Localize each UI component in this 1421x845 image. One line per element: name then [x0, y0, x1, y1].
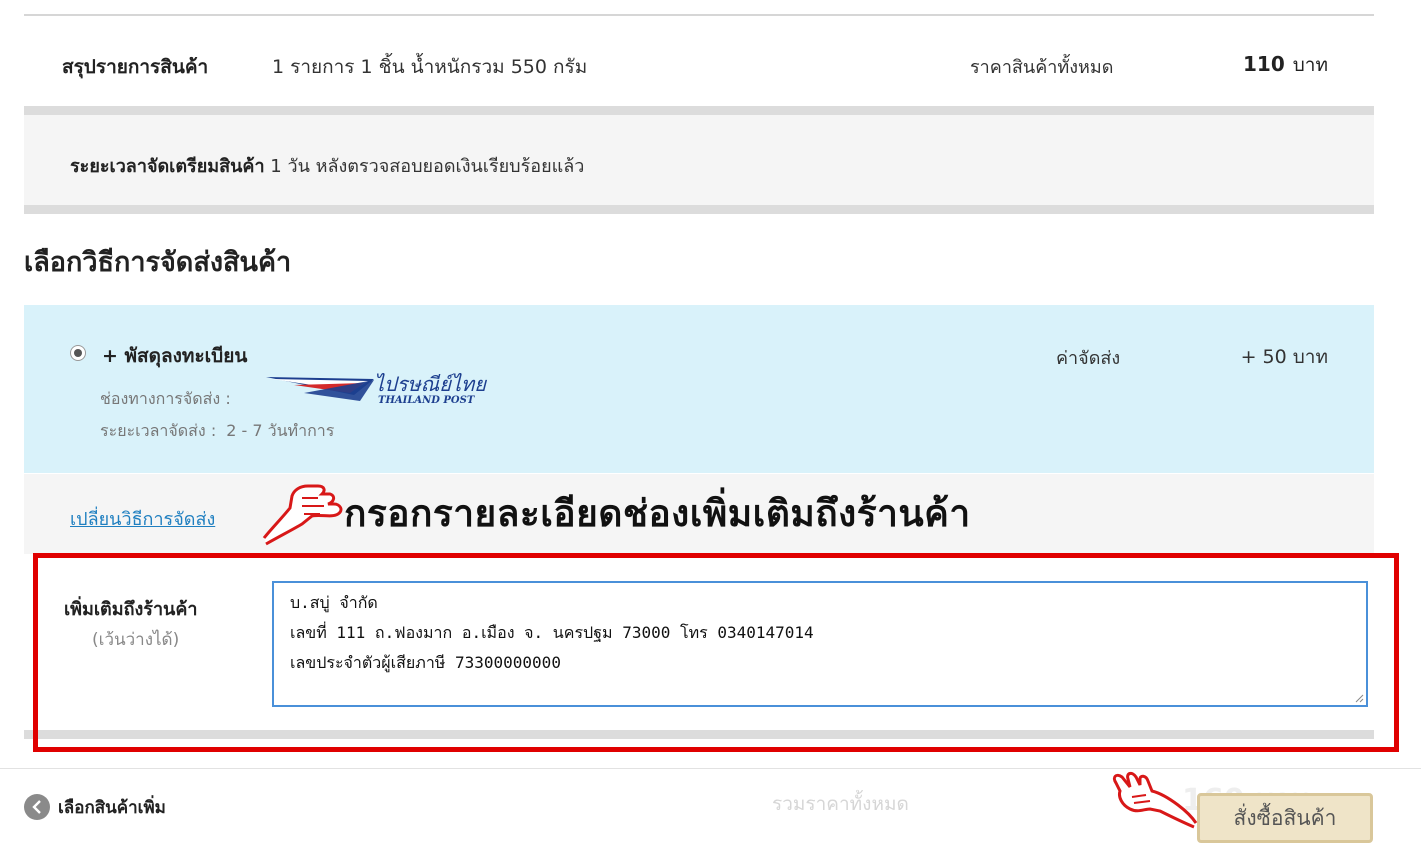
shipping-option-name: + พัสดุลงทะเบียน [102, 345, 248, 367]
annotation-text: กรอกรายละเอียดช่องเพิ่มเติมถึงร้านค้า [344, 492, 971, 535]
back-arrow-icon [24, 794, 50, 820]
summary-label: สรุปรายการสินค้า [62, 56, 209, 78]
pointing-hand-icon [262, 484, 343, 546]
logo-en-text: THAILAND POST [378, 395, 476, 406]
resize-grip-icon[interactable] [1354, 693, 1364, 703]
change-shipping-link[interactable]: เปลี่ยนวิธีการจัดส่ง [70, 504, 215, 533]
shipping-section-title: เลือกวิธีการจัดส่งสินค้า [24, 247, 292, 278]
shipping-time-value: 2 - 7 วันทำการ [226, 421, 335, 440]
currency-label: บาท [1292, 54, 1328, 76]
section-divider [24, 106, 1374, 115]
shipping-radio-selected[interactable] [70, 345, 86, 361]
section-divider [24, 205, 1374, 214]
store-note-section: เพิ่มเติมถึงร้านค้า (เว้นว่างได้) บ.สบู่… [24, 556, 1374, 731]
place-order-button[interactable]: สั่งซื้อสินค้า [1197, 793, 1373, 843]
clicking-hand-icon [1112, 771, 1198, 829]
shipping-option-card[interactable]: + พัสดุลงทะเบียน ค่าจัดส่ง + 50 บาท ช่อง… [24, 305, 1374, 473]
continue-shopping-label: เลือกสินค้าเพิ่ม [58, 797, 166, 818]
preparation-time-box: ระยะเวลาจัดเตรียมสินค้า 1 วัน หลังตรวจสอ… [24, 115, 1374, 207]
note-line-3: เลขประจำตัวผู้เสียภาษี 73300000000 [290, 653, 561, 672]
change-shipping-row: เปลี่ยนวิธีการจัดส่ง กรอกรายละเอียดช่องเ… [24, 474, 1374, 554]
total-price-label: ราคาสินค้าทั้งหมด [970, 57, 1114, 78]
shipping-time: ระยะเวลาจัดส่ง : 2 - 7 วันทำการ [100, 419, 334, 444]
total-price-value: 110 [1242, 52, 1285, 76]
shipping-channel-label: ช่องทางการจัดส่ง : [100, 389, 231, 408]
preparation-label: ระยะเวลาจัดเตรียมสินค้า [70, 156, 265, 177]
store-note-label: เพิ่มเติมถึงร้านค้า [64, 599, 198, 620]
shipping-fee-value: + 50 บาท [1240, 346, 1328, 368]
store-note-textarea[interactable]: บ.สบู่ จำกัด เลขที่ 111 ถ.ฟองมาก อ.เมือง… [272, 581, 1368, 707]
checkout-footer: เลือกสินค้าเพิ่ม รวมราคาทั้งหมด 160 บาท … [0, 768, 1421, 845]
grand-total-label: รวมราคาทั้งหมด [772, 793, 909, 815]
checkout-page: สรุปรายการสินค้า 1 รายการ 1 ชิ้น น้ำหนัก… [0, 0, 1421, 845]
shipping-fee-label: ค่าจัดส่ง [1056, 348, 1121, 369]
section-divider [24, 730, 1374, 739]
thailand-post-logo: ไปรษณีย์ไทย THAILAND POST [266, 372, 487, 406]
total-price: 110 บาท [1243, 50, 1328, 80]
summary-detail: 1 รายการ 1 ชิ้น น้ำหนักรวม 550 กรัม [272, 56, 588, 78]
preparation-text: 1 วัน หลังตรวจสอบยอดเงินเรียบร้อยแล้ว [270, 156, 585, 177]
logo-thai-text: ไปรษณีย์ไทย [374, 372, 487, 396]
shipping-time-label: ระยะเวลาจัดส่ง : [100, 421, 217, 440]
preparation-time: ระยะเวลาจัดเตรียมสินค้า 1 วัน หลังตรวจสอ… [70, 151, 584, 180]
store-note-optional: (เว้นว่างได้) [92, 630, 180, 650]
order-summary: สรุปรายการสินค้า 1 รายการ 1 ชิ้น น้ำหนัก… [24, 16, 1374, 106]
continue-shopping-button[interactable]: เลือกสินค้าเพิ่ม [24, 793, 166, 821]
